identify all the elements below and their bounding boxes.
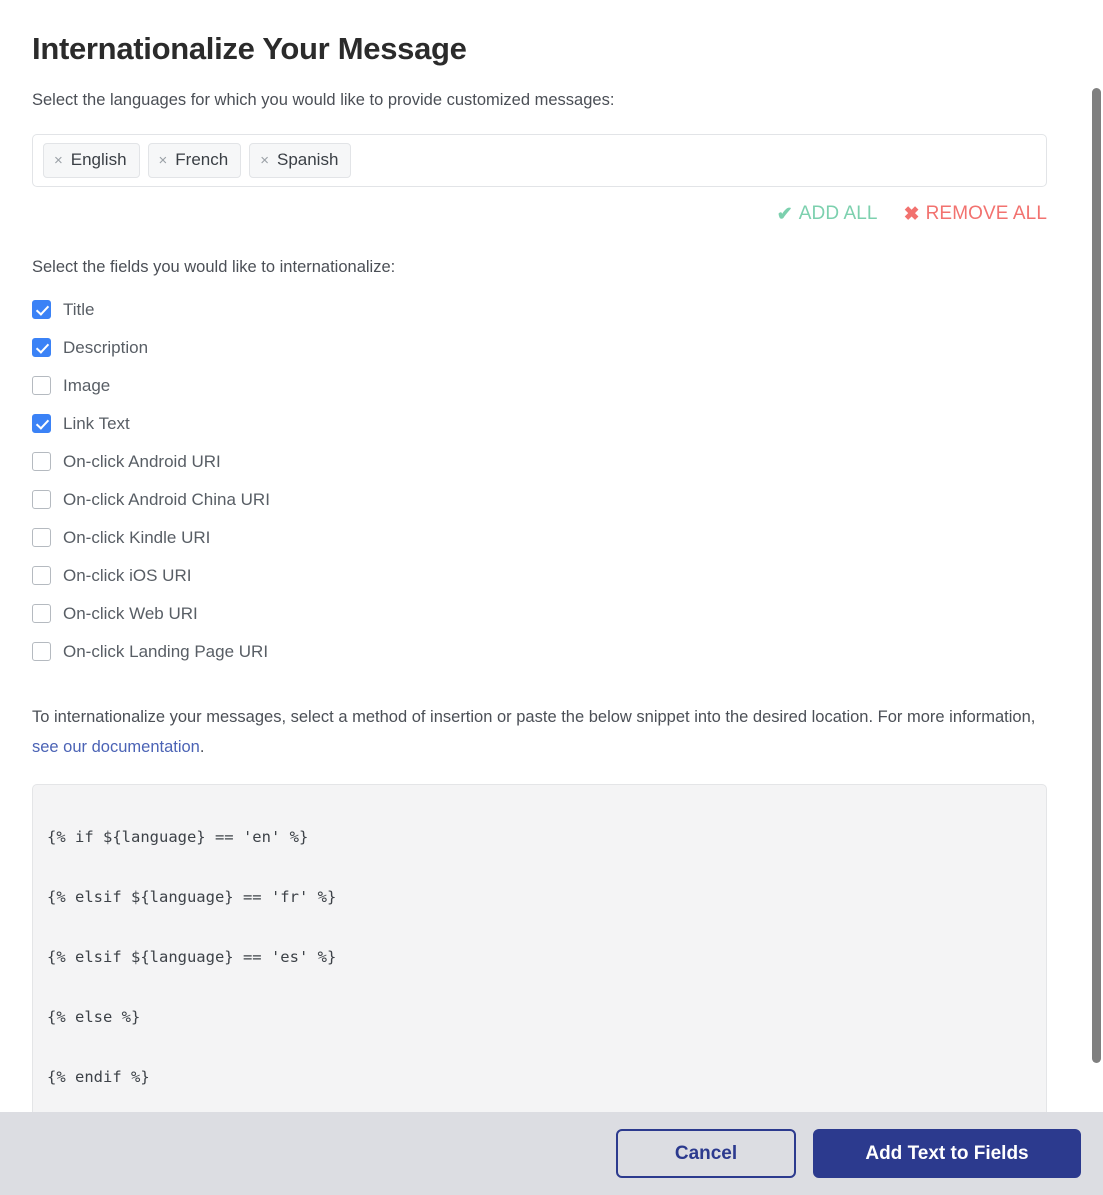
scrollbar-thumb[interactable] bbox=[1092, 88, 1101, 1063]
language-token[interactable]: × English bbox=[43, 143, 140, 178]
field-checkbox-label: Image bbox=[63, 375, 111, 395]
fields-prompt: Select the fields you would like to inte… bbox=[32, 258, 396, 276]
checkbox-icon[interactable] bbox=[32, 452, 51, 471]
checkbox-icon[interactable] bbox=[32, 604, 51, 623]
code-snippet-box[interactable]: {% if ${language} == 'en' %} {% elsif ${l… bbox=[32, 784, 1047, 1112]
remove-token-icon[interactable]: × bbox=[159, 153, 168, 168]
languages-prompt: Select the languages for which you would… bbox=[32, 91, 615, 109]
field-checkbox-label: On-click Kindle URI bbox=[63, 527, 211, 547]
explanation-text-before: To internationalize your messages, selec… bbox=[32, 708, 1036, 726]
scrollbar-track[interactable] bbox=[1087, 0, 1103, 1112]
code-line: {% elsif ${language} == 'es' %} bbox=[47, 948, 337, 966]
page-title: Internationalize Your Message bbox=[32, 31, 467, 66]
remove-all-button[interactable]: ✖ REMOVE ALL bbox=[904, 203, 1047, 225]
field-checkbox-web-uri[interactable]: On-click Web URI bbox=[32, 601, 1071, 626]
bulk-action-row: ✔ ADD ALL ✖ REMOVE ALL bbox=[32, 203, 1047, 225]
code-line: {% elsif ${language} == 'fr' %} bbox=[47, 888, 337, 906]
cross-icon: ✖ bbox=[903, 203, 920, 225]
code-line: {% if ${language} == 'en' %} bbox=[47, 828, 309, 846]
field-checkbox-link-text[interactable]: Link Text bbox=[32, 411, 1071, 436]
language-token[interactable]: × Spanish bbox=[249, 143, 352, 178]
field-checkbox-android-uri[interactable]: On-click Android URI bbox=[32, 449, 1071, 474]
remove-token-icon[interactable]: × bbox=[54, 153, 63, 168]
field-checkbox-label: Title bbox=[63, 299, 95, 319]
field-checkbox-label: On-click Android URI bbox=[63, 451, 221, 471]
field-checkbox-label: Link Text bbox=[63, 413, 130, 433]
cancel-button[interactable]: Cancel bbox=[616, 1129, 796, 1178]
remove-token-icon[interactable]: × bbox=[260, 153, 269, 168]
field-checkbox-description[interactable]: Description bbox=[32, 335, 1071, 360]
field-checkbox-label: On-click Android China URI bbox=[63, 489, 270, 509]
modal-footer: Cancel Add Text to Fields bbox=[0, 1112, 1103, 1195]
internationalize-modal: Internationalize Your Message Select the… bbox=[0, 0, 1103, 1195]
field-checkbox-kindle-uri[interactable]: On-click Kindle URI bbox=[32, 525, 1071, 550]
add-all-button[interactable]: ✔ ADD ALL bbox=[777, 203, 878, 225]
checkbox-icon[interactable] bbox=[32, 414, 51, 433]
remove-all-label: REMOVE ALL bbox=[925, 203, 1047, 224]
field-checkbox-label: Description bbox=[63, 337, 149, 357]
field-checkbox-landing-page-uri[interactable]: On-click Landing Page URI bbox=[32, 639, 1071, 664]
field-checkbox-label: On-click Web URI bbox=[63, 603, 198, 623]
field-checkbox-list: Title Description Image Link Text On-cli… bbox=[32, 297, 1071, 664]
checkbox-icon[interactable] bbox=[32, 338, 51, 357]
code-line: {% endif %} bbox=[47, 1068, 150, 1086]
modal-scroll-body: Internationalize Your Message Select the… bbox=[0, 0, 1103, 1112]
checkbox-icon[interactable] bbox=[32, 642, 51, 661]
language-token[interactable]: × French bbox=[147, 143, 242, 178]
add-all-label: ADD ALL bbox=[798, 203, 878, 224]
language-token-label: Spanish bbox=[276, 150, 339, 169]
code-line: {% else %} bbox=[47, 1008, 141, 1026]
checkbox-icon[interactable] bbox=[32, 300, 51, 319]
field-checkbox-android-china-uri[interactable]: On-click Android China URI bbox=[32, 487, 1071, 512]
field-checkbox-image[interactable]: Image bbox=[32, 373, 1071, 398]
field-checkbox-label: On-click Landing Page URI bbox=[63, 641, 269, 661]
field-checkbox-title[interactable]: Title bbox=[32, 297, 1071, 322]
explanation-paragraph: To internationalize your messages, selec… bbox=[32, 702, 1042, 762]
add-text-to-fields-button[interactable]: Add Text to Fields bbox=[813, 1129, 1081, 1178]
check-icon: ✔ bbox=[776, 203, 793, 225]
checkbox-icon[interactable] bbox=[32, 566, 51, 585]
language-token-label: French bbox=[175, 150, 229, 169]
field-checkbox-label: On-click iOS URI bbox=[63, 565, 192, 585]
documentation-link[interactable]: see our documentation bbox=[32, 738, 200, 756]
explanation-text-after: . bbox=[199, 738, 205, 756]
checkbox-icon[interactable] bbox=[32, 528, 51, 547]
language-token-label: English bbox=[70, 150, 127, 169]
language-token-input[interactable]: × English × French × Spanish bbox=[32, 134, 1047, 187]
checkbox-icon[interactable] bbox=[32, 490, 51, 509]
checkbox-icon[interactable] bbox=[32, 376, 51, 395]
field-checkbox-ios-uri[interactable]: On-click iOS URI bbox=[32, 563, 1071, 588]
